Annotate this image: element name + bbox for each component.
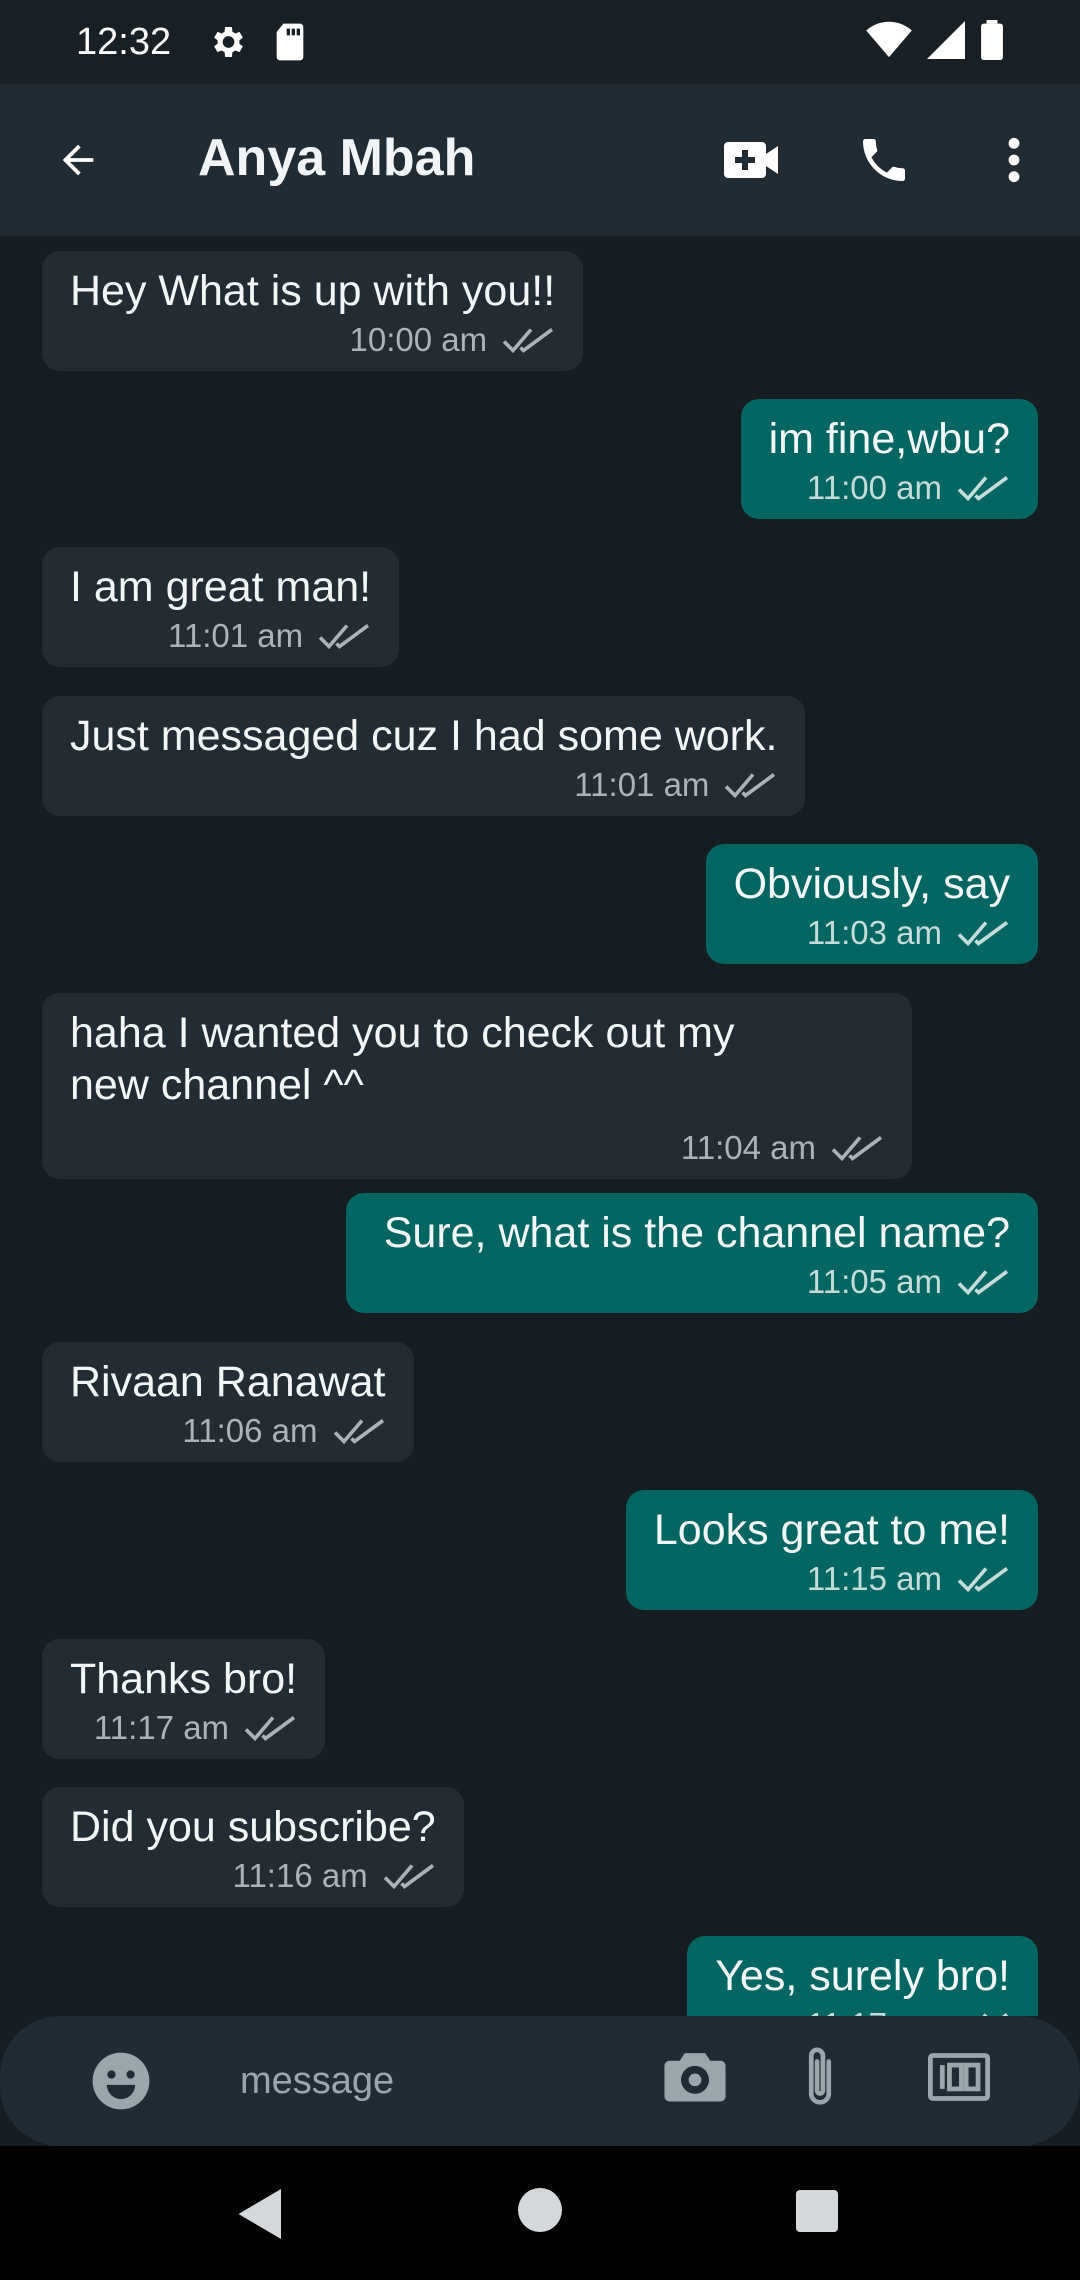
double-check-icon [831, 1136, 883, 1162]
status-right [866, 19, 1004, 65]
double-check-icon [333, 1419, 384, 1445]
message-bubble-outgoing[interactable]: Sure, what is the channel name? 11:05 am [345, 1193, 1038, 1313]
status-bar: 12:32 [0, 0, 1080, 84]
message-text: Thanks bro! [70, 1655, 298, 1703]
sd-card-icon [273, 22, 307, 62]
message-time: 11:06 am [182, 1412, 318, 1449]
double-check-icon [383, 1864, 434, 1890]
message-time: 11:00 am [806, 469, 942, 506]
message-bubble-incoming[interactable]: Hey What is up with you!! 10:00 am [42, 251, 584, 371]
attach-button[interactable] [800, 2044, 848, 2114]
message-time: 11:04 am [680, 1129, 816, 1166]
message-text: Sure, what is the channel name? [383, 1209, 1010, 1257]
double-check-icon [725, 773, 776, 799]
message-bubble-incoming[interactable]: Thanks bro! 11:17 am [42, 1639, 326, 1759]
app-bar: Anya Mbah [0, 84, 1080, 236]
message-bubble-outgoing[interactable]: Yes, surely bro! 11:17 am [687, 1936, 1038, 2016]
message-bubble-outgoing[interactable]: Looks great to me! 11:15 am [625, 1490, 1038, 1610]
double-check-icon [957, 921, 1009, 947]
message-time: 11:16 am [232, 1857, 368, 1894]
message-bubble-incoming[interactable]: I am great man! 11:01 am [42, 547, 400, 667]
message-bubble-outgoing[interactable]: Obviously, say 11:03 am [705, 844, 1038, 964]
message-text: Looks great to me! [653, 1506, 1010, 1554]
message-time: 11:01 am [167, 617, 304, 654]
nav-home-button[interactable] [518, 2188, 562, 2232]
phone-icon [863, 139, 905, 181]
message-text: haha I wanted you to check out my new ch… [70, 1009, 735, 1109]
message-time: 11:05 am [806, 1263, 942, 1300]
gif-button[interactable] [928, 2052, 990, 2108]
double-check-icon [318, 624, 370, 650]
triangle-back-icon [238, 2189, 281, 2239]
nav-back-button[interactable] [236, 2186, 286, 2242]
message-list[interactable]: Hey What is up with you!! 10:00 am im fi… [0, 236, 1080, 2016]
message-text: Hey What is up with you!! [70, 267, 556, 315]
message-time: 11:15 am [806, 1560, 942, 1597]
video-call-button[interactable] [720, 128, 784, 192]
nav-recents-button[interactable] [796, 2190, 838, 2232]
arrow-left-icon [62, 144, 94, 176]
message-text: Did you subscribe? [70, 1803, 436, 1851]
double-check-icon [957, 1567, 1009, 1593]
camera-button[interactable] [664, 2048, 726, 2110]
message-time: 11:17 am [93, 1709, 230, 1746]
emoji-icon [92, 2052, 150, 2110]
double-check-icon [957, 1270, 1009, 1296]
wifi-icon [866, 21, 912, 64]
voice-call-button[interactable] [852, 128, 916, 192]
message-text: Just messaged cuz I had some work. [70, 712, 778, 760]
video-call-icon [724, 142, 778, 178]
paperclip-icon [808, 2047, 832, 2105]
message-composer [0, 2016, 1080, 2146]
message-bubble-incoming[interactable]: Did you subscribe? 11:16 am [42, 1787, 464, 1907]
battery-icon [980, 19, 1004, 65]
message-text: Obviously, say [733, 860, 1010, 908]
message-time: 11:03 am [806, 914, 942, 951]
message-time: 11:17 am [807, 2006, 942, 2016]
status-time: 12:32 [76, 20, 172, 63]
message-bubble-outgoing[interactable]: im fine,wbu? 11:00 am [740, 399, 1038, 519]
back-button[interactable] [48, 130, 108, 190]
message-bubble-incoming[interactable]: haha I wanted you to check out my new ch… [42, 993, 912, 1179]
system-nav-bar [0, 2146, 1080, 2280]
message-text: Yes, surely bro! [715, 1952, 1010, 2000]
message-bubble-incoming[interactable]: Just messaged cuz I had some work. 11:01… [42, 696, 806, 816]
more-options-button[interactable] [990, 128, 1038, 192]
message-input[interactable] [240, 2046, 620, 2116]
gear-icon [207, 22, 247, 62]
message-time: 11:01 am [574, 766, 710, 803]
signal-icon [926, 20, 966, 64]
message-bubble-incoming[interactable]: Rivaan Ranawat 11:06 am [42, 1342, 414, 1462]
message-text: I am great man! [70, 563, 372, 611]
double-check-icon [502, 328, 554, 354]
gif-icon [928, 2053, 990, 2101]
message-text: Rivaan Ranawat [70, 1358, 386, 1406]
message-time: 10:00 am [349, 321, 488, 358]
double-check-icon [244, 1716, 296, 1742]
camera-icon [664, 2053, 726, 2102]
contact-name[interactable]: Anya Mbah [198, 128, 475, 188]
double-check-icon [957, 476, 1009, 502]
emoji-button[interactable] [90, 2050, 152, 2112]
message-text: im fine,wbu? [768, 415, 1010, 463]
more-vert-icon [1008, 137, 1020, 183]
